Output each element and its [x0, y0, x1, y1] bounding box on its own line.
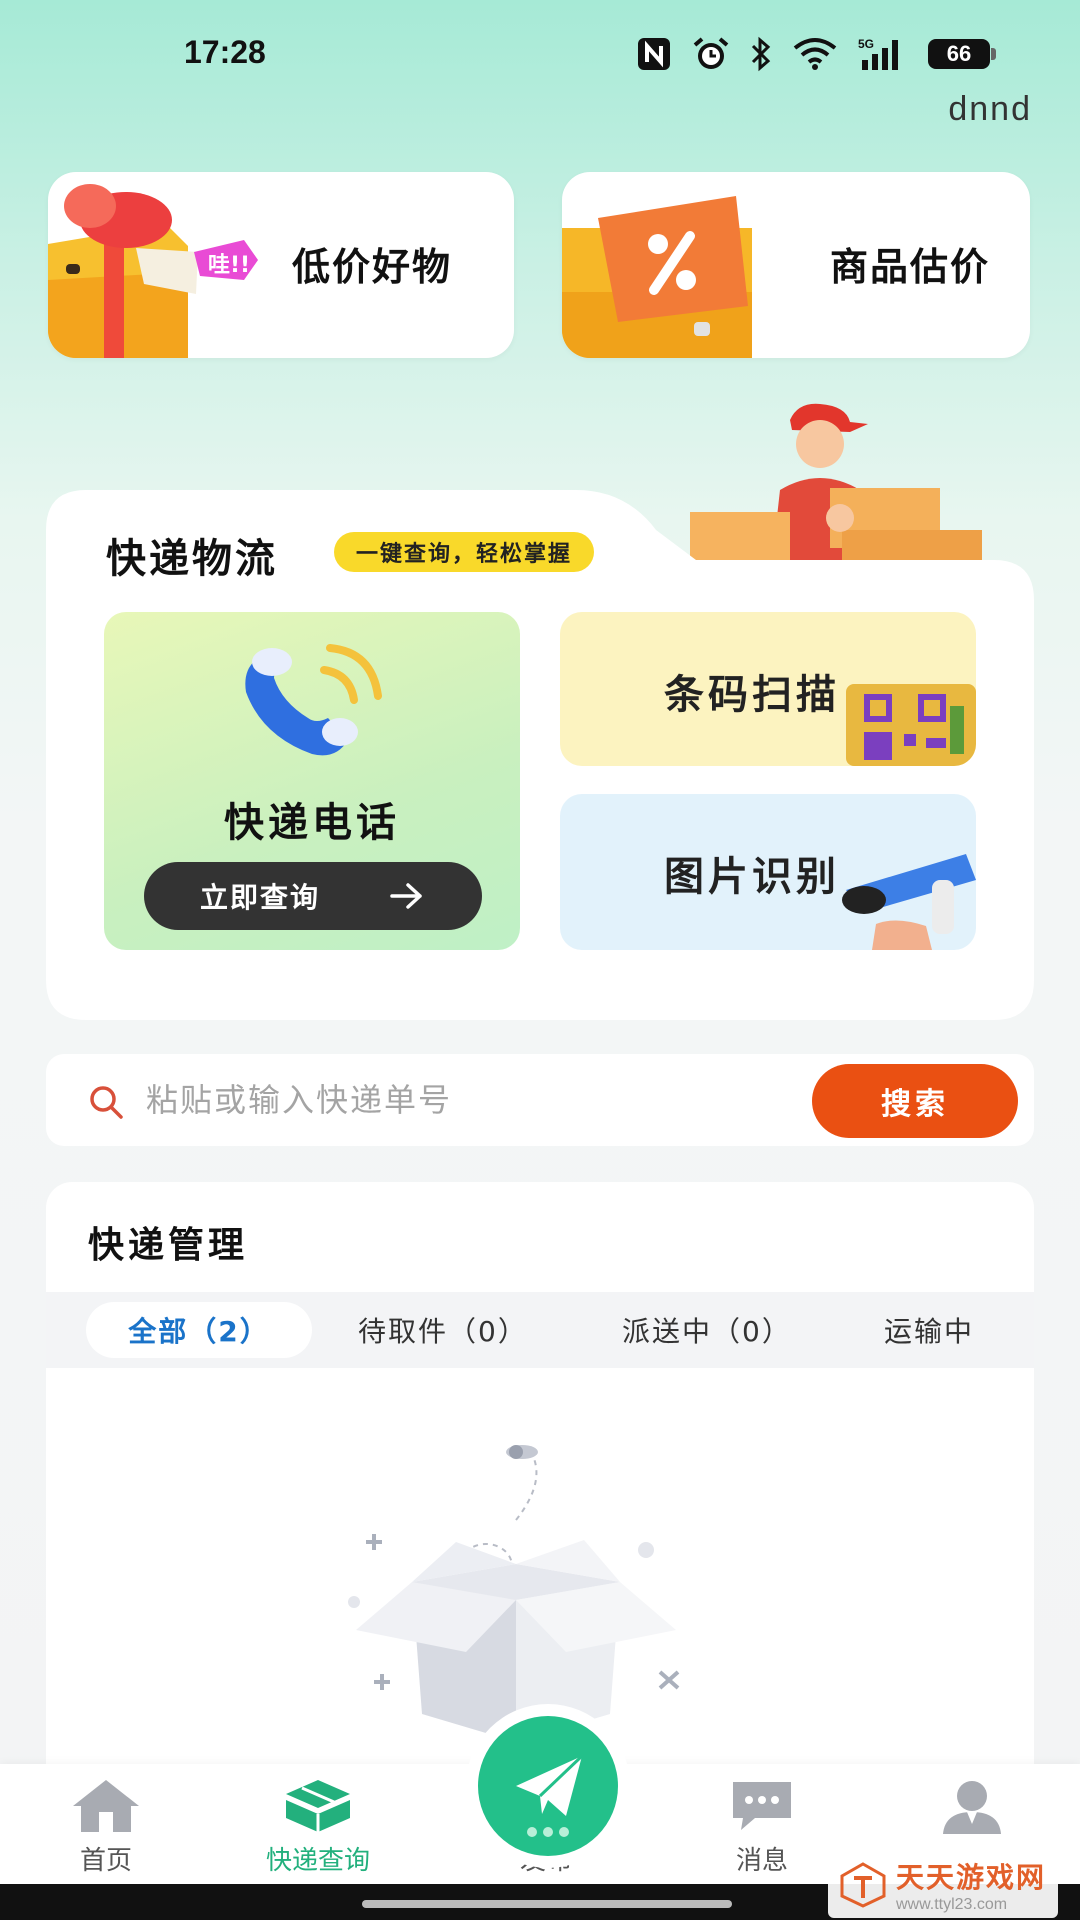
- nav-tracking-label: 快递查询: [265, 1846, 370, 1876]
- home-icon: [73, 1780, 139, 1832]
- status-icons: 5G 66: [636, 34, 996, 74]
- tracking-search-bar: 搜索: [46, 1054, 1034, 1146]
- courier-phone-card[interactable]: 快递电话 立即查询: [104, 612, 520, 950]
- svg-text:哇!!: 哇!!: [208, 253, 250, 278]
- barcode-scan-title: 条码扫描: [664, 672, 840, 718]
- publish-button[interactable]: [478, 1716, 618, 1856]
- bluetooth-icon: [750, 36, 772, 72]
- status-tabs: 全部（2） 待取件（0） 派送中（0） 运输中: [46, 1292, 1034, 1368]
- scanner-icon: [842, 854, 976, 950]
- watermark-title: 天天游戏网: [895, 1861, 1046, 1894]
- parcel-management-title: 快递管理: [88, 1225, 249, 1266]
- battery-level: 66: [946, 41, 972, 66]
- barcode-scan-card[interactable]: 条码扫描: [560, 612, 976, 766]
- cheap-goods-title: 低价好物: [292, 245, 453, 289]
- image-recognition-title: 图片识别: [664, 854, 840, 900]
- cheap-goods-card[interactable]: 哇!! 低价好物: [48, 172, 514, 358]
- logistics-badge: 一键查询，轻松掌握: [334, 532, 595, 572]
- search-icon: [90, 1086, 123, 1119]
- wifi-icon: [792, 36, 838, 72]
- signal-icon: 5G: [858, 36, 908, 72]
- tab-delivering[interactable]: 派送中（0）: [622, 1302, 792, 1358]
- network-label: 5G: [858, 37, 874, 51]
- query-now-label: 立即查询: [200, 881, 321, 914]
- message-icon: [733, 1782, 791, 1830]
- user-name[interactable]: dnnd: [948, 90, 1032, 129]
- home-gesture-pill[interactable]: [362, 1900, 732, 1908]
- watermark: 天天游戏网 www.ttyl23.com: [827, 1852, 1058, 1918]
- alarm-icon: [692, 36, 730, 72]
- package-icon: [286, 1780, 350, 1832]
- promo-sticker: 哇!!: [208, 253, 250, 278]
- query-now-button[interactable]: 立即查询: [144, 862, 482, 930]
- arrow-right-icon: [390, 883, 422, 909]
- watermark-logo-icon: [840, 1862, 886, 1908]
- nav-tracking[interactable]: 快递查询: [238, 1764, 398, 1884]
- price-estimate-title: 商品估价: [829, 245, 990, 289]
- watermark-url: www.ttyl23.com: [895, 1896, 1008, 1913]
- tab-all[interactable]: 全部（2）: [86, 1302, 312, 1358]
- search-button[interactable]: 搜索: [812, 1064, 1018, 1138]
- paper-plane-icon: [516, 1754, 584, 1837]
- qr-code-icon: [846, 684, 976, 766]
- user-icon: [943, 1781, 1001, 1834]
- courier-phone-title: 快递电话: [224, 800, 400, 846]
- phone-icon: [245, 644, 382, 756]
- status-time: 17:28: [184, 34, 266, 70]
- price-estimate-card[interactable]: 商品估价: [562, 172, 1030, 358]
- nav-home-label: 首页: [79, 1846, 132, 1876]
- nav-messages-label: 消息: [735, 1846, 788, 1876]
- nfc-icon: [636, 36, 672, 72]
- status-bar: 17:28 5G 66 dnnd: [0, 0, 1080, 128]
- discount-box-icon: [562, 196, 752, 358]
- logistics-section: 快递物流 一键查询，轻松掌握 快递电话 立即查询 条码扫描 图片识别: [46, 490, 1034, 1020]
- tracking-number-input[interactable]: [146, 1070, 746, 1130]
- logistics-title: 快递物流: [106, 536, 278, 582]
- battery-icon: 66: [928, 39, 996, 69]
- nav-home[interactable]: 首页: [26, 1764, 186, 1884]
- image-recognition-card[interactable]: 图片识别: [560, 794, 976, 950]
- parcel-management: 快递管理 全部（2） 待取件（0） 派送中（0） 运输中: [46, 1182, 1034, 1782]
- nav-messages[interactable]: 消息: [682, 1764, 842, 1884]
- tab-pending-pickup[interactable]: 待取件（0）: [358, 1302, 528, 1358]
- tab-in-transit[interactable]: 运输中: [884, 1302, 974, 1358]
- gift-box-icon: 哇!!: [48, 184, 258, 358]
